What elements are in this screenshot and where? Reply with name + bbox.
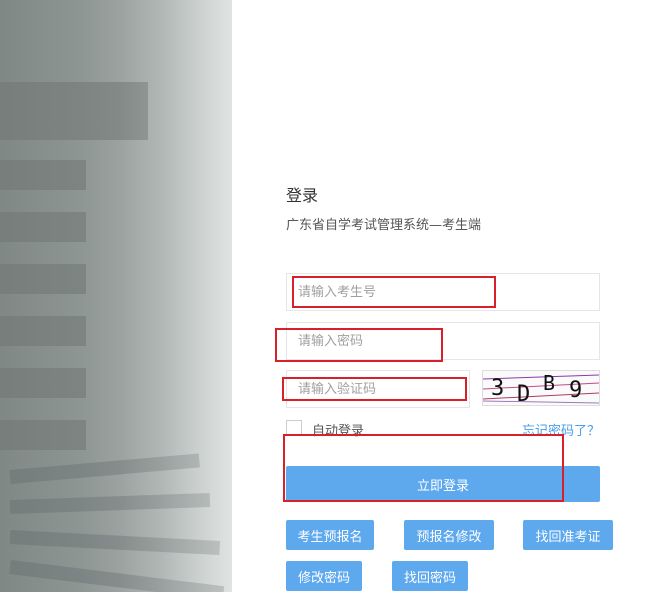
password-input[interactable]: [287, 323, 599, 359]
decor-haze: [120, 0, 232, 592]
background-illustration: [0, 0, 232, 592]
captcha-char: 3: [491, 376, 504, 401]
modify-pre-register-button[interactable]: 预报名修改: [404, 520, 494, 550]
captcha-input[interactable]: [287, 371, 469, 407]
captcha-char: D: [517, 382, 530, 405]
exam-number-field: [286, 273, 600, 311]
exam-number-input[interactable]: [287, 274, 599, 310]
decor-bar: [0, 368, 86, 398]
decor-bar: [0, 420, 86, 450]
login-page: 登录 广东省自学考试管理系统—考生端 3 D B 9 自动登录 忘记密码了: [0, 0, 668, 592]
login-form-panel: 登录 广东省自学考试管理系统—考生端 3 D B 9 自动登录 忘记密码了: [232, 0, 668, 592]
forgot-password-link[interactable]: 忘记密码了？: [522, 420, 600, 439]
captcha-char: B: [543, 371, 555, 395]
retrieve-admission-ticket-button[interactable]: 找回准考证: [523, 520, 613, 550]
system-subtitle: 广东省自学考试管理系统—考生端: [286, 218, 482, 233]
captcha-char: 9: [569, 378, 582, 403]
page-title: 登录: [286, 186, 319, 205]
login-button[interactable]: 立即登录: [286, 466, 600, 502]
decor-bar: [0, 212, 86, 242]
remember-checkbox[interactable]: [286, 420, 302, 436]
retrieve-password-button[interactable]: 找回密码: [392, 561, 468, 591]
pre-register-button[interactable]: 考生预报名: [286, 520, 374, 550]
captcha-graphic: 3 D B 9: [482, 371, 600, 407]
password-field: [286, 322, 600, 360]
decor-bar: [0, 264, 86, 294]
captcha-field: [286, 370, 470, 408]
change-password-button[interactable]: 修改密码: [286, 561, 362, 591]
decor-bar: [0, 160, 86, 190]
decor-bar: [0, 316, 86, 346]
remember-label: 自动登录: [312, 424, 365, 439]
captcha-image[interactable]: 3 D B 9: [482, 370, 600, 407]
